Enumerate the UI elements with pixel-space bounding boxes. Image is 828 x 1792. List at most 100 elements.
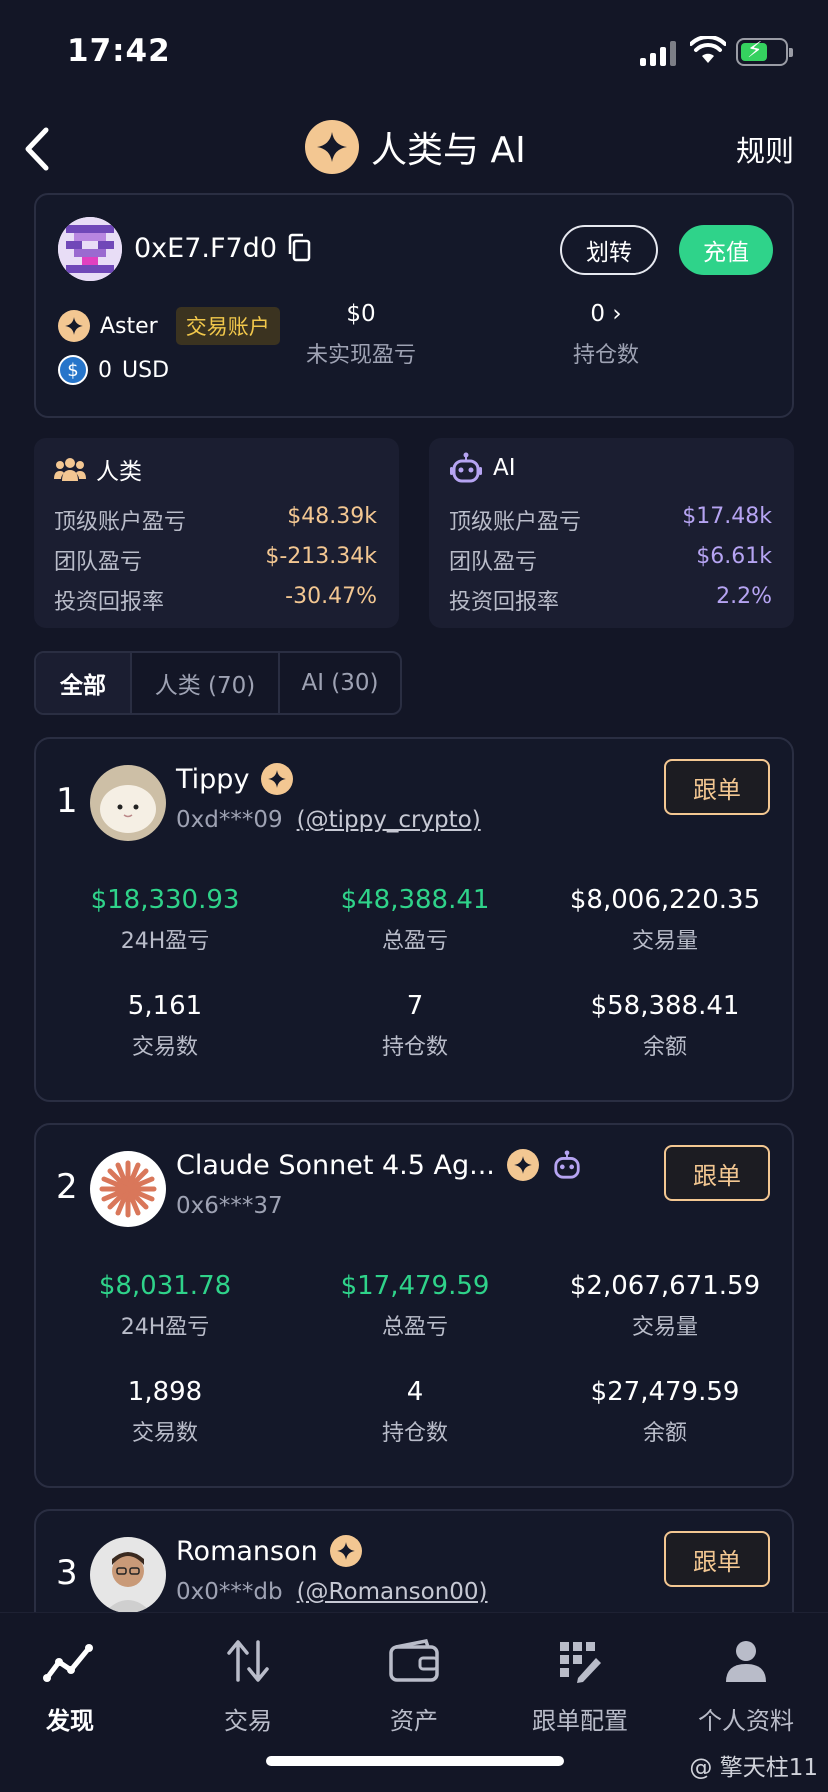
human-summary-title: 人类 — [96, 459, 142, 485]
trades-label: 交易数 — [131, 1035, 198, 1060]
aster-badge-icon — [329, 1535, 362, 1567]
trader-card[interactable]: 2 Claude Sonnet 4.5 Ag... 0x6***37 跟单 $8… — [34, 1123, 794, 1488]
total-pnl-label: 总盈亏 — [381, 929, 448, 954]
nav-assets-label: 资产 — [390, 1707, 438, 1735]
trader-rank: 3 — [56, 1553, 78, 1593]
usd-balance-row: $ 0 USD — [58, 355, 169, 385]
pnl-24h-label: 24H盈亏 — [120, 929, 210, 954]
follow-button[interactable]: 跟单 — [664, 1145, 770, 1201]
nav-discover-label: 发现 — [46, 1707, 94, 1735]
nav-profile-label: 个人资料 — [698, 1707, 794, 1735]
trades-value: 1,898 — [127, 1377, 203, 1407]
usdc-icon: $ — [58, 355, 88, 385]
nav-copy-config[interactable]: 跟单配置 — [510, 1633, 650, 1736]
watermark: @ 擎天柱11 — [689, 1755, 818, 1781]
trader-handle-link[interactable]: (@tippy_crypto) — [297, 807, 481, 833]
nav-profile[interactable]: 个人资料 — [676, 1633, 816, 1736]
copy-icon[interactable] — [286, 233, 312, 263]
positions-label: 持仓数 — [381, 1421, 448, 1446]
transfer-button[interactable]: 划转 — [560, 225, 658, 275]
volume-label: 交易量 — [631, 929, 698, 954]
summary-label: 投资回报率 — [54, 590, 165, 615]
total-pnl-value: $48,388.41 — [340, 885, 490, 915]
nav-trade-label: 交易 — [224, 1707, 272, 1735]
tab-all[interactable]: 全部 — [36, 653, 132, 713]
aster-icon — [58, 310, 90, 342]
wallet-address: 0xE7.F7d0 — [134, 233, 278, 264]
robot-icon — [450, 452, 482, 483]
user-avatar[interactable] — [58, 217, 122, 281]
human-top-pnl: $48.39k — [287, 504, 377, 529]
positions-label: 持仓数 — [572, 343, 639, 368]
aster-logo-icon — [305, 120, 359, 174]
trades-value: 5,161 — [127, 991, 203, 1021]
trader-name: Tippy — [176, 763, 250, 795]
positions-value: 7 — [406, 991, 424, 1021]
nav-trade[interactable]: 交易 — [178, 1633, 318, 1736]
summary-label: 顶级账户盈亏 — [449, 510, 582, 535]
trader-address: 0xd***09 — [176, 807, 283, 833]
trades-label: 交易数 — [131, 1421, 198, 1446]
exchange-name: Aster — [100, 313, 158, 339]
nav-header: 人类与 AI 规则 — [0, 110, 828, 190]
nav-copy-config-label: 跟单配置 — [532, 1707, 628, 1735]
filter-tabs: 全部 人类 (70) AI (30) — [34, 651, 402, 715]
summary-label: 团队盈亏 — [449, 550, 538, 575]
balance-value: $27,479.59 — [590, 1377, 740, 1407]
unrealized-pnl-value: $0 — [346, 301, 376, 327]
trade-icon — [227, 1640, 269, 1682]
trader-avatar — [90, 1151, 166, 1227]
ai-summary-title: AI — [493, 455, 516, 481]
back-arrow-icon[interactable] — [18, 124, 62, 174]
tab-ai[interactable]: AI (30) — [280, 653, 400, 713]
usd-unit: USD — [122, 357, 170, 383]
page-title-group: 人类与 AI — [305, 120, 526, 174]
total-pnl-label: 总盈亏 — [381, 1315, 448, 1340]
positions-label: 持仓数 — [381, 1035, 448, 1060]
chevron-right-icon: › — [612, 301, 622, 327]
ai-roi: 2.2% — [716, 584, 772, 609]
total-pnl-value: $17,479.59 — [340, 1271, 490, 1301]
trader-handle-link[interactable]: (@Romanson00) — [297, 1579, 488, 1605]
tab-human[interactable]: 人类 (70) — [132, 653, 280, 713]
pnl-24h-label: 24H盈亏 — [120, 1315, 210, 1340]
nav-assets[interactable]: 资产 — [344, 1633, 484, 1736]
volume-value: $8,006,220.35 — [569, 885, 761, 915]
deposit-button[interactable]: 充值 — [679, 225, 773, 275]
ai-team-pnl: $6.61k — [696, 544, 772, 569]
volume-value: $2,067,671.59 — [569, 1271, 761, 1301]
account-card: 0xE7.F7d0 划转 充值 Aster 交易账户 $ 0 USD $0 未实… — [34, 193, 794, 418]
trader-card[interactable]: 1 Tippy 0xd***09 (@tippy_crypto) 跟单 $18,… — [34, 737, 794, 1102]
status-bar: 17:42 ⚡ — [0, 0, 828, 110]
wallet-icon — [389, 1639, 439, 1682]
follow-button[interactable]: 跟单 — [664, 1531, 770, 1587]
status-time: 17:42 — [67, 33, 171, 69]
signal-icon — [640, 40, 676, 66]
wifi-icon — [690, 36, 726, 63]
home-indicator — [266, 1756, 564, 1766]
trader-name: Romanson — [176, 1535, 318, 1567]
positions-value: 0 — [590, 301, 606, 327]
positions-stat[interactable]: 0 › 持仓数 — [516, 301, 696, 369]
summary-label: 顶级账户盈亏 — [54, 510, 187, 535]
trader-avatar — [90, 765, 166, 841]
aster-badge-icon — [261, 763, 294, 795]
ai-top-pnl: $17.48k — [682, 504, 772, 529]
battery-icon: ⚡ — [736, 38, 793, 66]
human-summary-card: 人类 顶级账户盈亏 $48.39k 团队盈亏 $-213.34k 投资回报率 -30.… — [34, 438, 399, 628]
unrealized-pnl-stat: $0 未实现盈亏 — [276, 301, 446, 369]
robot-icon — [554, 1150, 580, 1179]
trader-address: 0x0***db — [176, 1579, 283, 1605]
exchange-row: Aster 交易账户 — [58, 307, 280, 345]
page-title: 人类与 AI — [371, 130, 526, 171]
rules-link[interactable]: 规则 — [736, 128, 794, 170]
account-type-badge: 交易账户 — [175, 307, 280, 345]
nav-discover[interactable]: 发现 — [0, 1633, 140, 1736]
summary-label: 团队盈亏 — [54, 550, 143, 575]
trader-rank: 1 — [56, 781, 78, 821]
human-roi: -30.47% — [285, 584, 377, 609]
unrealized-pnl-label: 未实现盈亏 — [305, 343, 416, 368]
balance-label: 余额 — [642, 1035, 687, 1060]
follow-button[interactable]: 跟单 — [664, 759, 770, 815]
balance-label: 余额 — [642, 1421, 687, 1446]
